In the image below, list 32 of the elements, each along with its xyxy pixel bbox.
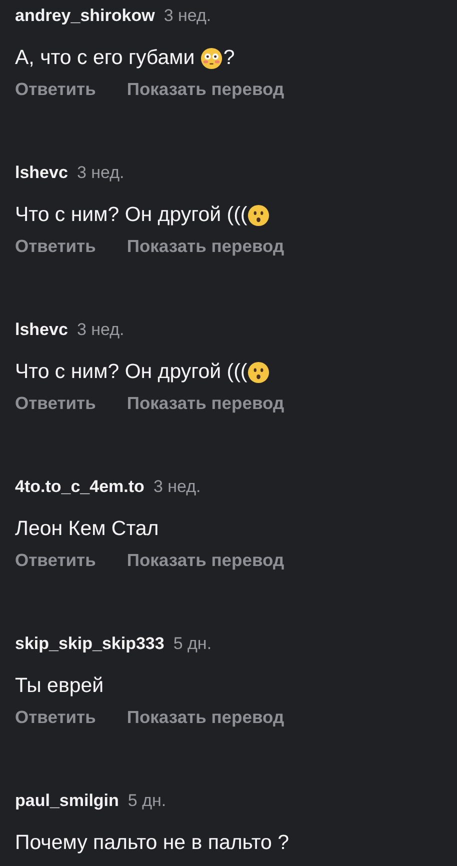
comment-text: А, что с его губами xyxy=(15,46,196,70)
username[interactable]: lshevc xyxy=(15,163,68,183)
comment-text: ? xyxy=(223,46,235,70)
reply-button[interactable]: Ответить xyxy=(15,707,96,728)
comment-text: Почему пальто не в пальто ? xyxy=(15,831,290,855)
surprised-face-icon xyxy=(247,204,270,226)
reply-button[interactable]: Ответить xyxy=(15,79,96,100)
translate-button[interactable]: Показать перевод xyxy=(126,393,284,414)
comment-time: 5 дн. xyxy=(128,791,166,811)
flushed-face-icon xyxy=(200,46,224,70)
username[interactable]: skip_skip_skip333 xyxy=(15,634,164,654)
comment-time: 3 нед. xyxy=(76,163,124,183)
comment-time: 3 нед. xyxy=(76,320,124,340)
reply-button[interactable]: Ответить xyxy=(15,236,96,257)
surprised-face-icon xyxy=(247,360,270,384)
comment-text: Ты еврей xyxy=(15,674,104,698)
username[interactable]: lshevc xyxy=(15,320,68,340)
comment-time: 5 дн. xyxy=(173,634,212,654)
username[interactable]: paul_smilgin xyxy=(15,791,119,811)
reply-button[interactable]: Ответить xyxy=(15,393,96,414)
username[interactable]: andrey_shirokow xyxy=(15,6,155,26)
translate-button[interactable]: Показать перевод xyxy=(126,707,284,728)
comment-time: 3 нед. xyxy=(164,6,212,26)
translate-button[interactable]: Показать перевод xyxy=(126,79,284,100)
translate-button[interactable]: Показать перевод xyxy=(126,236,284,257)
comment-time: 3 нед. xyxy=(153,477,201,497)
comment-text: Что с ним? Он другой ((( xyxy=(15,203,248,227)
username[interactable]: 4to.to_c_4em.to xyxy=(15,477,144,497)
comment-text: Что с ним? Он другой ((( xyxy=(15,360,248,384)
comment-text: Леон Кем Стал xyxy=(15,517,159,541)
translate-button[interactable]: Показать перевод xyxy=(126,550,284,571)
reply-button[interactable]: Ответить xyxy=(15,550,96,571)
